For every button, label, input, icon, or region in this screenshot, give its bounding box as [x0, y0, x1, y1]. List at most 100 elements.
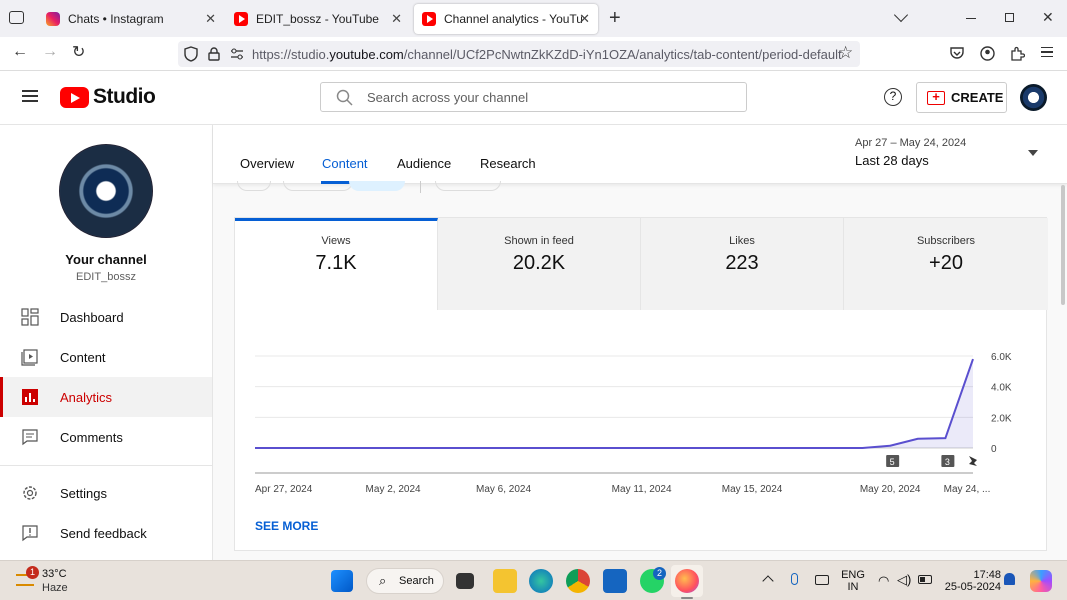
sidebar-item-label: Settings [60, 485, 107, 501]
language-line2: IN [847, 581, 859, 593]
youtube-logo-icon [60, 86, 89, 108]
lock-icon[interactable] [208, 47, 220, 61]
windows-start-icon[interactable] [331, 570, 353, 592]
store-icon[interactable] [603, 569, 627, 593]
y-tick-label: 4.0K [991, 383, 1012, 394]
date-range-text: Apr 27 – May 24, 2024 [855, 137, 967, 149]
edge-icon[interactable] [529, 569, 553, 593]
sidebar-item-content[interactable]: Content [0, 337, 212, 377]
x-tick-label: May 24, ... [944, 484, 991, 495]
y-tick-label: 0 [991, 444, 997, 455]
volume-icon[interactable]: ◁) [897, 572, 911, 588]
chrome-icon[interactable] [566, 569, 590, 593]
permissions-icon[interactable] [230, 48, 244, 60]
close-tab-icon[interactable]: ✕ [205, 11, 216, 27]
filter-chip[interactable] [349, 181, 405, 191]
shield-icon[interactable] [184, 46, 198, 62]
sidebar-item-label: Send feedback [60, 525, 147, 541]
metric-views[interactable]: Views 7.1K [235, 218, 438, 310]
weather-widget[interactable]: 1 33°C Haze [14, 566, 84, 596]
close-tab-icon[interactable]: ✕ [391, 11, 402, 27]
notification-bell-icon[interactable] [1004, 573, 1015, 585]
tab-audience[interactable]: Audience [397, 156, 451, 171]
metric-subscribers[interactable]: Subscribers +20 [844, 218, 1048, 310]
sidebar-item-comments[interactable]: Comments [0, 417, 212, 457]
url-prefix: https://studio. [252, 47, 330, 62]
analytics-main: Overview Content Audience Research Apr 2… [213, 125, 1067, 560]
back-icon[interactable]: ← [12, 43, 28, 61]
wifi-icon[interactable]: ◠ [878, 573, 889, 589]
studio-logo[interactable]: Studio [60, 85, 156, 109]
sidebar-item-dashboard[interactable]: Dashboard [0, 297, 212, 337]
bookmark-star-icon[interactable]: ☆ [838, 43, 853, 63]
microphone-icon[interactable] [791, 573, 798, 585]
help-icon[interactable]: ? [884, 88, 902, 106]
close-tab-icon[interactable]: ✕ [579, 11, 590, 27]
x-tick-label: May 2, 2024 [366, 484, 421, 495]
settings-icon [23, 486, 37, 500]
filter-chip[interactable] [237, 181, 271, 191]
close-window-icon[interactable]: ✕ [1042, 9, 1054, 26]
browser-tab-youtube[interactable]: EDIT_bossz - YouTube ✕ [226, 4, 410, 34]
account-icon[interactable] [980, 46, 995, 61]
tab-list-icon[interactable] [9, 11, 24, 24]
list-all-tabs-icon[interactable] [893, 7, 909, 23]
url-text: https://studio.youtube.com/channel/UCf2P… [252, 47, 842, 62]
show-hidden-icons-icon[interactable] [762, 575, 774, 587]
weather-badge: 1 [26, 566, 39, 579]
sidebar-item-send-feedback[interactable]: Send feedback [0, 513, 212, 553]
y-tick-label: 2.0K [991, 413, 1012, 424]
tab-overview[interactable]: Overview [240, 156, 294, 171]
firefox-icon[interactable] [675, 569, 699, 593]
language-indicator[interactable]: ENG IN [838, 569, 868, 593]
keyboard-icon[interactable] [815, 575, 829, 585]
reload-icon[interactable]: ↻ [72, 42, 85, 62]
date-range-picker[interactable]: Apr 27 – May 24, 2024 Last 28 days [855, 137, 1045, 177]
sidebar-item-analytics[interactable]: Analytics [0, 377, 212, 417]
hamburger-menu-icon[interactable] [22, 90, 38, 102]
sidebar-divider [0, 465, 212, 466]
new-tab-icon[interactable]: + [609, 7, 621, 30]
filter-chip[interactable] [283, 181, 353, 191]
content-icon [21, 349, 38, 366]
channel-heading: Your channel [65, 252, 147, 267]
forward-icon[interactable]: → [42, 43, 58, 61]
extensions-icon[interactable] [1010, 46, 1025, 61]
x-tick-label: May 20, 2024 [860, 484, 921, 495]
menu-icon[interactable] [1041, 47, 1053, 57]
browser-tab-title: EDIT_bossz - YouTube [256, 12, 379, 26]
metric-title: Views [321, 235, 351, 247]
metric-likes[interactable]: Likes 223 [641, 218, 844, 310]
see-more-button[interactable]: SEE MORE [255, 519, 318, 533]
shorts-marker-icon [969, 456, 977, 466]
tab-content[interactable]: Content [322, 156, 368, 171]
x-tick-label: May 6, 2024 [476, 484, 531, 495]
page-scrollbar[interactable] [1061, 185, 1065, 305]
search-input[interactable]: Search across your channel [320, 82, 747, 112]
metric-title: Likes [729, 235, 755, 247]
x-tick-label: Apr 27, 2024 [255, 484, 313, 495]
clock[interactable]: 17:48 25-05-2024 [941, 569, 1001, 593]
tab-research[interactable]: Research [480, 156, 536, 171]
task-view-icon[interactable] [456, 573, 474, 589]
browser-tab-studio[interactable]: Channel analytics - YouTube Stu ✕ [414, 4, 598, 34]
restore-icon[interactable] [1005, 13, 1014, 22]
pocket-icon[interactable] [950, 47, 964, 60]
language-line1: ENG [841, 569, 865, 581]
views-chart: 6.0K 4.0K 2.0K 0 Apr 27, 2024 May 2, 2024 May … [255, 352, 1012, 495]
youtube-icon [422, 12, 436, 26]
filter-chip[interactable] [435, 181, 501, 191]
sidebar-item-settings[interactable]: Settings [0, 473, 212, 513]
views-area-fill [255, 359, 973, 448]
file-explorer-icon[interactable] [493, 569, 517, 593]
taskbar-search[interactable]: ⌕ Search [366, 568, 444, 594]
address-bar[interactable]: https://studio.youtube.com/channel/UCf2P… [178, 41, 860, 67]
create-button[interactable]: + CREATE [916, 82, 1007, 113]
avatar[interactable] [1020, 84, 1047, 111]
copilot-icon[interactable] [1030, 570, 1052, 592]
browser-tab-instagram[interactable]: Chats • Instagram ✕ [38, 4, 224, 34]
metric-shown-in-feed[interactable]: Shown in feed 20.2K [438, 218, 641, 310]
minimize-icon[interactable] [966, 18, 976, 19]
channel-avatar[interactable] [59, 144, 153, 238]
battery-icon[interactable] [918, 575, 932, 584]
